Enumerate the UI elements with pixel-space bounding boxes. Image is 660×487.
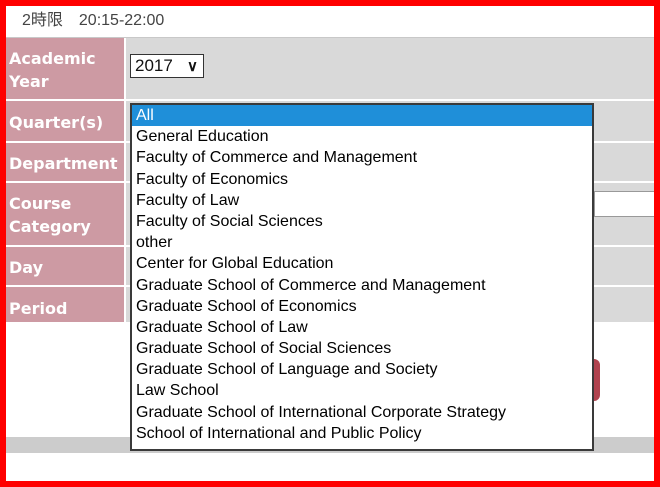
department-dropdown-list[interactable]: All General Education Faculty of Commerce … bbox=[130, 103, 594, 451]
department-label: Department bbox=[6, 143, 124, 181]
dropdown-option[interactable]: School of International and Public Polic… bbox=[132, 423, 592, 444]
dropdown-option[interactable]: Center for Global Education bbox=[132, 253, 592, 274]
dropdown-option[interactable]: All bbox=[132, 105, 592, 127]
dropdown-option[interactable]: Graduate School of Economics bbox=[132, 296, 592, 317]
dropdown-option[interactable]: General Education bbox=[132, 126, 592, 147]
academic-year-field: 2017 ∨ bbox=[126, 38, 654, 99]
period-time-text: 2時限 20:15-22:00 bbox=[22, 12, 165, 29]
course-category-input[interactable] bbox=[594, 191, 660, 217]
dropdown-option[interactable]: Graduate School of International Corpora… bbox=[132, 402, 592, 423]
academic-year-label: Academic Year bbox=[6, 38, 124, 99]
academic-year-value: 2017 bbox=[135, 56, 173, 75]
dropdown-option[interactable]: Graduate School of Commerce and Manageme… bbox=[132, 275, 592, 296]
dropdown-option[interactable]: Law School bbox=[132, 380, 592, 401]
dropdown-option[interactable]: Faculty of Social Sciences bbox=[132, 211, 592, 232]
dropdown-option[interactable]: Faculty of Law bbox=[132, 190, 592, 211]
dropdown-option[interactable]: Faculty of Commerce and Management bbox=[132, 147, 592, 168]
dropdown-option[interactable]: Faculty of Economics bbox=[132, 169, 592, 190]
quarters-label: Quarter(s) bbox=[6, 101, 124, 141]
dropdown-option[interactable]: Graduate School of Social Sciences bbox=[132, 338, 592, 359]
course-category-label: Course Category bbox=[6, 183, 124, 245]
dropdown-option[interactable]: other bbox=[132, 232, 592, 253]
academic-year-select[interactable]: 2017 ∨ bbox=[130, 54, 204, 78]
chevron-down-icon: ∨ bbox=[187, 58, 198, 75]
day-label: Day bbox=[6, 247, 124, 285]
dropdown-option[interactable]: Graduate School of Language and Society bbox=[132, 359, 592, 380]
row-academic-year: Academic Year 2017 ∨ bbox=[6, 38, 654, 101]
dropdown-option[interactable]: Graduate School of Law bbox=[132, 317, 592, 338]
